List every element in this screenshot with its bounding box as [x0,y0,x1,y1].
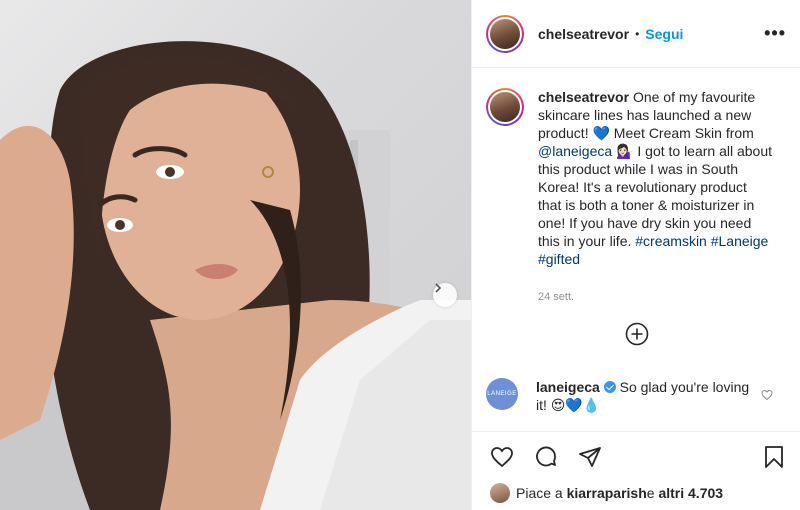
action-bar: Piace a kiarraparish e altri 4.703 [472,431,800,510]
caption: chelseatrevor One of my favourite skinca… [472,68,800,306]
paper-plane-icon[interactable] [578,445,602,469]
author-username[interactable]: chelseatrevor [538,26,629,42]
plus-circle-icon[interactable] [625,322,649,346]
mention-link[interactable]: @laneigeca [538,143,612,159]
likes-others[interactable]: altri 4.703 [658,485,723,501]
next-photo-button[interactable] [433,283,457,307]
post-time[interactable]: 24 sett. [538,288,773,306]
bookmark-icon[interactable] [762,445,786,469]
comment-username[interactable]: laneigeca [536,379,600,395]
caption-part2: Meet Cream Skin from [609,125,754,141]
verified-badge-icon [603,381,616,393]
more-options-icon[interactable]: ••• [764,23,786,44]
likes-summary: Piace a kiarraparish e altri 4.703 [490,483,723,503]
chevron-right-icon [435,283,442,293]
portrait-illustration [0,41,471,510]
likes-prefix: Piace a [516,485,563,501]
post-panel: chelseatrevor • Segui ••• chelseatrevor … [471,0,800,510]
tipping-hand-emoji: 💁🏻‍♀️ [612,143,634,159]
caption-text: chelseatrevor One of my favourite skinca… [538,88,773,306]
follow-button[interactable]: Segui [645,26,683,42]
post-photo[interactable] [0,0,471,510]
author-avatar[interactable] [486,14,524,53]
post-header: chelseatrevor • Segui ••• [472,0,800,68]
caption-avatar[interactable] [486,88,524,126]
liker-username[interactable]: kiarraparish [567,485,647,501]
liker-avatar[interactable] [490,483,510,503]
heart-icon[interactable] [490,445,514,469]
heart-outline-icon[interactable] [761,389,773,401]
comment-icon[interactable] [534,445,558,469]
laneige-avatar[interactable]: LANEIGE [486,378,518,410]
likes-middle: e [646,485,655,501]
comment-row: LANEIGE laneigeca So glad you're loving … [486,378,786,414]
separator-dot: • [635,26,640,41]
blue-heart-emoji: 💙 [592,125,610,141]
caption-username[interactable]: chelseatrevor [538,89,629,105]
comment-text: laneigeca So glad you're loving it! 😍💙💧 [536,378,756,414]
